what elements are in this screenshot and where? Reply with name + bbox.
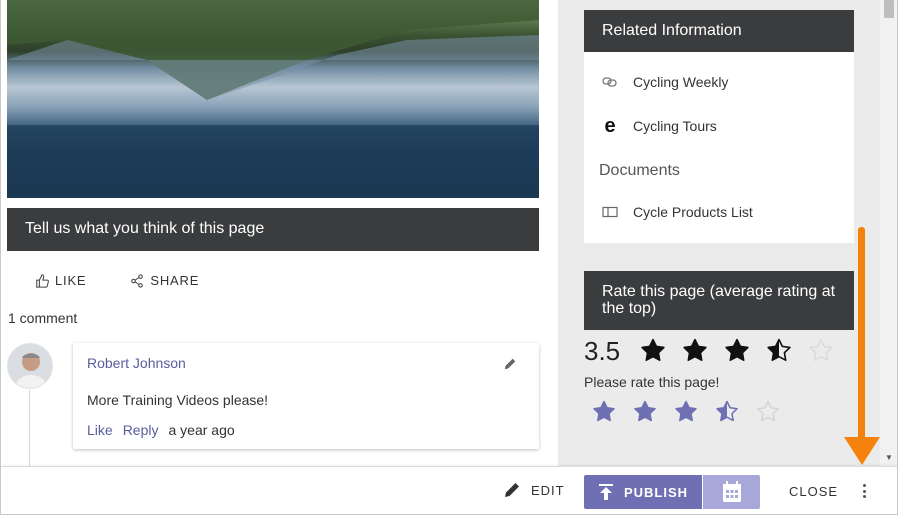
document-label: Cycle Products List [633, 204, 753, 220]
feedback-header: Tell us what you think of this page [7, 208, 539, 251]
page-frame: Tell us what you think of this page LIKE… [0, 0, 898, 515]
edit-label: EDIT [531, 482, 565, 498]
user-star-5-empty-icon[interactable] [756, 400, 780, 424]
user-star-4-half-icon[interactable] [715, 400, 739, 424]
average-star-2-full-icon [683, 338, 707, 362]
related-link-label: Cycling Tours [633, 118, 717, 134]
schedule-publish-button[interactable] [703, 475, 760, 509]
user-rating-stars[interactable] [592, 400, 797, 424]
edit-button[interactable]: EDIT [503, 481, 565, 499]
user-star-3-full-icon[interactable] [674, 400, 698, 424]
publish-button[interactable]: PUBLISH [584, 475, 702, 509]
annotation-arrow-shaft [858, 227, 865, 440]
related-link-cycling-weekly[interactable]: Cycling Weekly [601, 74, 728, 90]
document-page-icon [601, 204, 619, 220]
hero-image [7, 0, 539, 198]
average-rating-value: 3.5 [584, 336, 621, 366]
scroll-down-arrow-icon[interactable]: ▼ [885, 453, 893, 462]
publish-label: PUBLISH [623, 484, 689, 500]
comment-time: a year ago [168, 422, 235, 438]
bottom-toolbar: EDIT PUBLISH CLOSE [1, 466, 897, 514]
average-star-4-half-icon [767, 338, 791, 362]
related-info-panel: Cycling Weekly e Cycling Tours Documents… [584, 52, 854, 243]
document-cycle-products-list[interactable]: Cycle Products List [601, 204, 753, 220]
comment-card: Robert Johnson More Training Videos plea… [73, 343, 539, 449]
related-link-cycling-tours[interactable]: e Cycling Tours [601, 114, 717, 137]
comment-text: More Training Videos please! [87, 392, 269, 408]
pencil-icon [505, 483, 519, 497]
comment-author[interactable]: Robert Johnson [87, 355, 186, 371]
thread-line [29, 390, 30, 466]
like-button[interactable]: LIKE [35, 273, 86, 288]
user-star-2-full-icon[interactable] [633, 400, 657, 424]
average-star-5-empty-icon [809, 338, 833, 362]
scrollbar-thumb[interactable] [884, 0, 894, 18]
average-rating-stars [640, 338, 850, 364]
social-actions: LIKE SHARE [35, 273, 199, 288]
user-star-1-full-icon[interactable] [592, 400, 616, 424]
rating-header: Rate this page (average rating at the to… [584, 271, 854, 330]
vertical-scrollbar[interactable]: ▼ [880, 0, 897, 466]
upload-icon [598, 484, 613, 500]
average-star-3-full-icon [725, 338, 749, 362]
rate-prompt: Please rate this page! [584, 374, 720, 390]
comment-count: 1 comment [8, 310, 78, 326]
comment-actions: Like Reply a year ago [87, 422, 235, 438]
comment-reply-link[interactable]: Reply [123, 422, 159, 438]
documents-label: Documents [599, 162, 680, 179]
average-star-1-full-icon [641, 338, 665, 362]
comment-like-link[interactable]: Like [87, 422, 113, 438]
pencil-icon[interactable] [503, 357, 517, 371]
share-button[interactable]: SHARE [130, 273, 199, 288]
avatar [7, 343, 53, 389]
more-options-icon[interactable] [857, 481, 871, 501]
share-icon [131, 273, 144, 288]
thumbs-up-icon [36, 273, 49, 288]
like-label: LIKE [55, 273, 87, 288]
share-label: SHARE [150, 273, 200, 288]
related-info-header: Related Information [584, 10, 854, 52]
annotation-arrow-head [844, 437, 880, 465]
close-button[interactable]: CLOSE [789, 484, 838, 499]
edge-browser-icon: e [604, 114, 616, 137]
calendar-icon [722, 481, 741, 502]
link-icon [601, 74, 619, 90]
related-link-label: Cycling Weekly [633, 74, 729, 90]
